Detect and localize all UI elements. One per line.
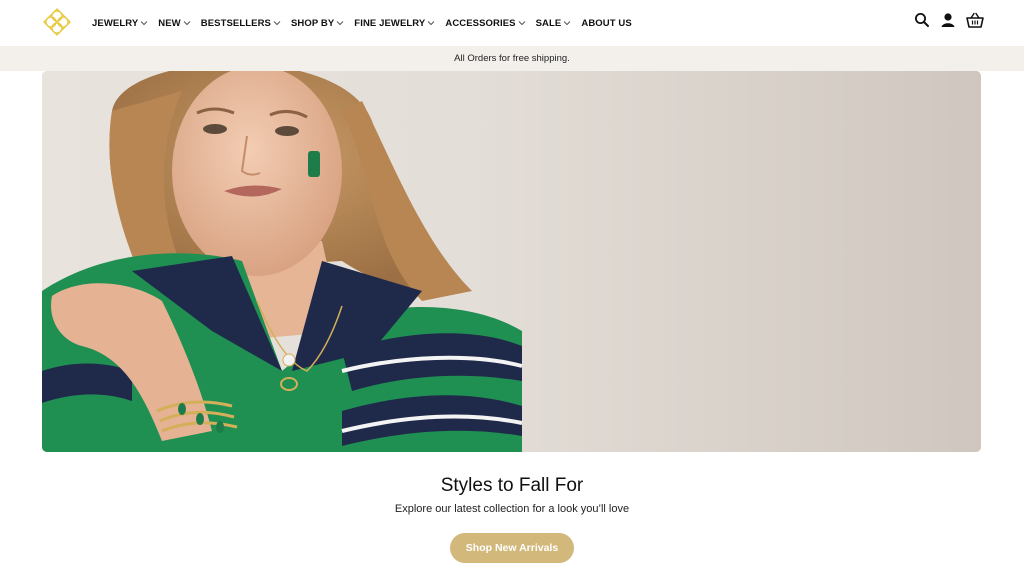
hero-image[interactable] — [42, 71, 981, 452]
nav-item-label: FINE JEWELRY — [354, 17, 426, 29]
main-nav: JEWELRY NEW BESTSELLERS SHOP BY FINE JEW… — [92, 0, 642, 46]
nav-item-label: ABOUT US — [581, 17, 632, 29]
chevron-down-icon — [273, 21, 281, 26]
nav-item-label: SALE — [535, 17, 562, 29]
free-shipping-banner: All Orders for free shipping. — [0, 46, 1024, 71]
search-icon[interactable] — [914, 12, 930, 28]
nav-item-bestsellers[interactable]: BESTSELLERS — [201, 18, 281, 29]
nav-item-jewelry[interactable]: JEWELRY — [92, 18, 148, 29]
chevron-down-icon — [564, 21, 571, 26]
nav-item-new[interactable]: NEW — [158, 17, 191, 29]
chevron-down-icon — [140, 21, 148, 26]
promo-title: Styles to Fall For — [440, 475, 584, 496]
shop-new-arrivals-button[interactable]: Shop New Arrivals — [450, 533, 574, 563]
free-shipping-text: All Orders for free shipping. — [454, 53, 570, 64]
nav-item-accessories[interactable]: ACCESSORIES — [445, 18, 525, 29]
nav-item-label: SHOP BY — [291, 17, 335, 29]
basket-icon[interactable] — [966, 12, 984, 28]
site-header: JEWELRY NEW BESTSELLERS SHOP BY FINE JEW… — [0, 0, 1024, 46]
nav-item-fine-jewelry[interactable]: FINE JEWELRY — [354, 18, 435, 29]
nav-item-shop-by[interactable]: SHOP BY — [291, 18, 344, 29]
nav-item-sale[interactable]: SALE — [536, 18, 572, 29]
brand-logo-icon[interactable] — [42, 7, 72, 37]
header-icons — [914, 12, 984, 28]
promo-subtitle: Explore our latest collection for a look… — [394, 503, 630, 515]
nav-item-label: ACCESSORIES — [445, 17, 516, 29]
nav-item-label: BESTSELLERS — [200, 17, 271, 29]
chevron-down-icon — [428, 21, 435, 26]
chevron-down-icon — [518, 21, 525, 26]
nav-item-label: JEWELRY — [92, 17, 139, 29]
chevron-down-icon — [183, 21, 191, 26]
chevron-down-icon — [336, 21, 344, 26]
nav-item-about-us[interactable]: ABOUT US — [581, 18, 631, 29]
nav-item-label: NEW — [158, 17, 181, 29]
account-icon[interactable] — [940, 12, 956, 28]
